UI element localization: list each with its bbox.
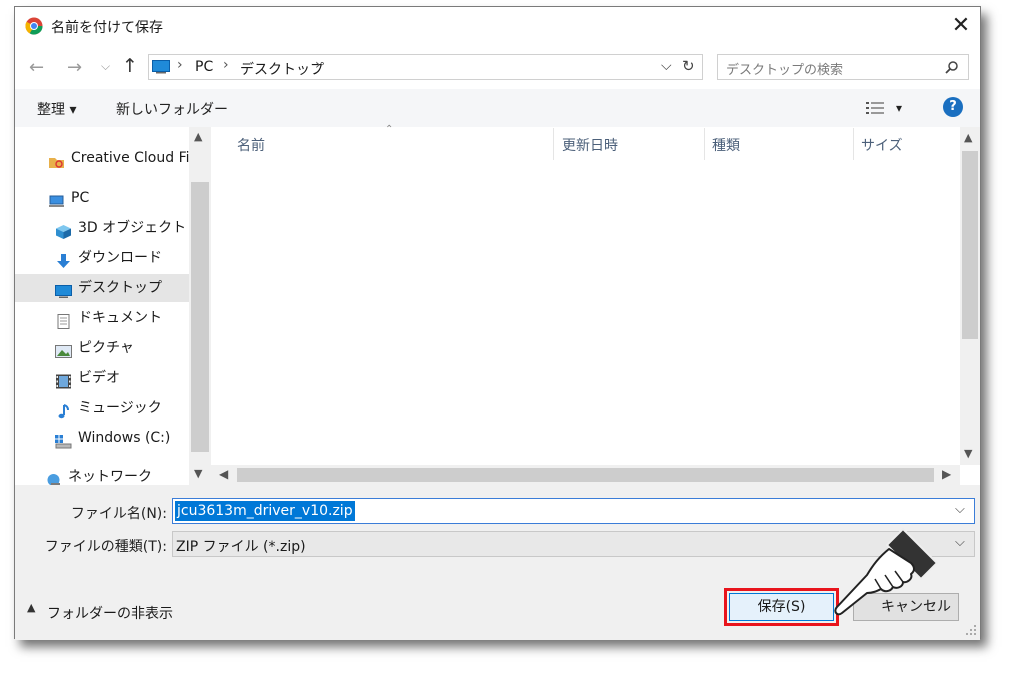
column-header-date-modified[interactable]: 更新日時 [562,135,618,155]
document-icon [55,311,72,329]
file-list-scroll-thumb[interactable] [962,151,978,339]
file-list-vertical-scrollbar[interactable]: ▲ ▼ [960,127,980,465]
sort-ascending-icon: ⌃ [385,124,394,135]
horizontal-scroll-thumb[interactable] [237,468,934,482]
new-folder-button[interactable]: 新しいフォルダー [116,99,228,119]
sidebar-item-label: ビデオ [78,370,120,386]
breadcrumb-separator-icon: › [223,57,229,73]
recent-locations-chevron-icon[interactable]: ⌵ [101,59,110,74]
filename-input[interactable]: jcu3613m_driver_v10.zip [175,501,355,521]
navigation-pane: Creative Cloud Files PC 3D オブジェクト ダウンロード… [15,127,229,487]
creative-cloud-icon [48,151,65,168]
hide-folders-chevron-icon[interactable]: ▲ [27,601,35,614]
filetype-value: ZIP ファイル (*.zip) [176,539,306,555]
breadcrumb-separator-icon: › [315,57,321,73]
sidebar-item-label: ダウンロード [78,250,162,266]
breadcrumb-separator-icon: › [177,57,183,73]
scroll-right-icon[interactable]: ▶ [942,467,951,481]
download-icon [55,251,72,268]
filename-field[interactable]: jcu3613m_driver_v10.zip ⌵ [172,498,975,524]
pc-icon [48,191,65,207]
filetype-label: ファイルの種類(T): [44,539,167,555]
column-header-size[interactable]: サイズ [861,135,903,155]
scroll-up-icon[interactable]: ▲ [964,131,972,144]
navigation-scrollbar[interactable]: ▲ ▼ [189,127,211,485]
video-icon [55,371,72,388]
file-list-horizontal-scrollbar[interactable]: ◀ ▶ [211,465,960,485]
pictures-icon [55,341,72,358]
view-dropdown-chevron-icon[interactable]: ▾ [896,101,902,115]
sidebar-item-label: 3D オブジェクト [78,220,187,236]
column-divider[interactable] [704,128,705,160]
desktop-location-icon [152,60,170,74]
filename-dropdown-icon[interactable]: ⌵ [955,502,965,517]
sidebar-item-label: ミュージック [78,400,162,416]
column-divider[interactable] [553,128,554,160]
file-list[interactable] [211,127,960,465]
desktop-icon [55,281,72,298]
scroll-up-icon[interactable]: ▲ [194,130,202,143]
network-icon [45,470,62,487]
window-title: 名前を付けて保存 [51,20,163,36]
chrome-icon [25,17,43,35]
3d-objects-icon [55,221,72,239]
filename-label: ファイル名(N): [70,506,167,522]
refresh-icon[interactable]: ↻ [682,57,695,75]
music-icon [55,401,72,418]
scroll-down-icon[interactable]: ▼ [964,447,972,460]
column-header-name[interactable]: 名前 [237,135,265,155]
sidebar-item-label: デスクトップ [78,280,162,296]
sidebar-item-label: ドキュメント [78,310,162,326]
help-icon[interactable]: ? [943,97,963,117]
column-header-type[interactable]: 種類 [712,135,740,155]
hide-folders-toggle[interactable]: フォルダーの非表示 [47,603,173,623]
search-icon[interactable] [945,60,959,74]
save-button[interactable]: 保存(S) [729,593,834,621]
back-arrow-icon[interactable]: ← [29,57,44,78]
search-input[interactable]: デスクトップの検索 [726,59,843,78]
filetype-dropdown-icon[interactable]: ⌵ [955,535,965,550]
sidebar-item-label: ネットワーク [68,469,152,485]
sidebar-item-label: Windows (C:) [78,430,171,446]
up-arrow-icon[interactable]: ↑ [122,55,138,77]
drive-icon [55,431,72,448]
resize-grip-icon[interactable] [965,624,977,636]
close-button[interactable]: ✕ [947,13,975,39]
address-bar[interactable]: › PC › デスクトップ › ⌵ ↻ [148,54,703,80]
search-box[interactable]: デスクトップの検索 [717,54,969,80]
organize-button[interactable]: 整理 ▾ [37,99,76,119]
sidebar-item-label: ピクチャ [78,340,134,356]
navigation-scroll-thumb[interactable] [191,182,209,452]
toolbar: 整理 ▾ 新しいフォルダー ▾ ? [15,89,980,128]
sidebar-item-label: PC [71,190,90,206]
title-bar: 名前を付けて保存 ✕ [15,7,980,45]
forward-arrow-icon[interactable]: → [67,57,82,78]
breadcrumb-desktop[interactable]: デスクトップ [240,59,324,79]
breadcrumb-pc[interactable]: PC [195,59,213,75]
scroll-left-icon[interactable]: ◀ [219,467,228,481]
address-dropdown-icon[interactable]: ⌵ [661,58,672,74]
column-divider[interactable] [853,128,854,160]
view-options-icon[interactable] [866,101,884,115]
pointing-hand-icon [834,527,939,616]
scroll-down-icon[interactable]: ▼ [194,467,202,480]
save-as-dialog: 名前を付けて保存 ✕ ← → ⌵ ↑ › PC › デスクトップ › ⌵ ↻ デ… [14,6,981,640]
